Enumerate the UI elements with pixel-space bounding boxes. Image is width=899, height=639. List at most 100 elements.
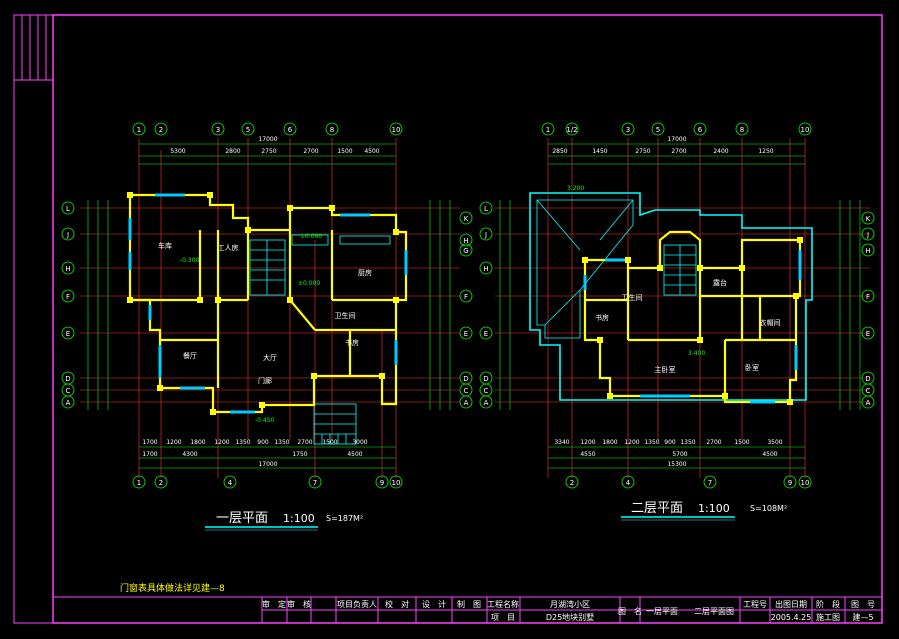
tb-project-label: 项 目 (491, 613, 515, 622)
tb-date-label: 出图日期 (775, 599, 807, 609)
note-door-window: 门窗表具体做法详见建—8 (120, 582, 225, 594)
tb-proof-label: 校 对 (385, 599, 409, 609)
plan1-dim-bot-0: 1700 (142, 439, 157, 446)
plan2-axis-left-0-label: L (484, 205, 488, 213)
plan1-dim-bot-9: 3000 (352, 439, 367, 446)
plan2-dim-bot-8: 1500 (734, 439, 749, 446)
plan2-axis-top-2-label: 3 (626, 126, 630, 134)
plan2-axis-top-3-label: 5 (656, 126, 660, 134)
plan1-axis-bottom-3-label: 7 (313, 479, 317, 487)
plan1-dim-top-2: 2750 (261, 148, 276, 155)
plan1-axis-right-0-label: K (464, 215, 469, 223)
plan2-axis-top-6-label: 10 (801, 126, 810, 134)
plan1-axis-top-5-label: 8 (330, 126, 334, 134)
plan2-axis-bottom-4-label: 10 (801, 479, 810, 487)
tb-project-name: 月湖湾小区 (550, 599, 590, 609)
tb-stage-label: 阶 段 (816, 599, 840, 609)
plan2-axis-right-0-label: K (866, 215, 871, 223)
plan2-axis-top-5-label: 8 (740, 126, 744, 134)
plan1-dim-top-total: 17000 (258, 136, 277, 143)
tb-job-no-label: 工程号 (743, 600, 767, 609)
plan2-dim-mid-1: 5700 (672, 451, 687, 458)
plan1-axis-top-0-label: 1 (137, 126, 141, 134)
room2-bedroom: 卧室 (745, 363, 759, 372)
plan2-axis-right-6-label: C (866, 387, 871, 395)
plan1-axis-top-3-label: 5 (246, 126, 250, 134)
tb-approve-label: 审 定 (262, 599, 286, 609)
plan1-dim-mid-0: 1700 (142, 451, 157, 458)
plan2-axis-bottom-0-label: 2 (570, 479, 574, 487)
plan1-dim-bot-2: 1800 (190, 439, 205, 446)
plan2-axis-left-2-label: H (483, 265, 488, 273)
plan2-dim-mid-0: 4550 (580, 451, 595, 458)
plan1-axis-right-7-label: A (464, 399, 469, 407)
plan2-axis-left-3-label: E (484, 330, 488, 338)
cad-drawing-sheet: 审 定 审 核 项目负责人 校 对 设 计 制 图 工程名称 项 目 月湖湾小区… (0, 0, 899, 639)
plan1-axis-bottom-0-label: 1 (137, 479, 141, 487)
plan1-axis-left-2-label: H (65, 265, 70, 273)
plan2-dim-top-2: 2750 (635, 148, 650, 155)
plan2-dim-bot-3: 1200 (624, 439, 639, 446)
plan2-dim-bot-6: 1350 (680, 439, 695, 446)
plan1-axis-top-2-label: 3 (216, 126, 220, 134)
plan1-axis-left-5-label: D (65, 375, 70, 383)
plan2-axis-bottom-2-label: 7 (708, 479, 712, 487)
tb-lead-label: 项目负责人 (337, 599, 377, 609)
plan1-axis-right-4-label: E (464, 330, 468, 338)
tb-drawing-name: 一层平面 二层平面图 (646, 607, 734, 616)
plan2-dim-top-total: 17000 (667, 136, 686, 143)
plan2-dim-bottom-total: 15300 (667, 461, 686, 468)
tb-project-name-label: 工程名称 (487, 599, 519, 609)
plan1-axis-bottom-2-label: 4 (228, 479, 233, 487)
plan2-dim-bot-7: 2700 (706, 439, 721, 446)
plan1-dim-mid-1: 4300 (182, 451, 197, 458)
plan1-axis-top-6-label: 10 (392, 126, 401, 134)
room2-terrace: 露台 (713, 278, 727, 287)
plan1-axis-bottom-4-label: 9 (380, 479, 384, 487)
plan1-axis-left-3-label: F (66, 293, 70, 301)
plan2-axis-left-4-label: D (483, 375, 488, 383)
room-dining: 餐厅 (183, 351, 197, 360)
plan2-axis-right-4-label: E (866, 330, 870, 338)
plan2-axis-left-6-label: A (484, 399, 489, 407)
room-hall: 大厅 (263, 353, 277, 362)
room-kitchen: 厨房 (358, 268, 372, 277)
plan1-dim-bot-1: 1200 (166, 439, 181, 446)
plan1-dim-top-3: 2700 (303, 148, 318, 155)
plan1-dim-bot-6: 1350 (274, 439, 289, 446)
plan1-axis-bottom-1-label: 2 (159, 479, 163, 487)
plan2-axis-top-1-label: 1/2 (566, 126, 577, 134)
plan1-dim-mid-2: 1750 (292, 451, 307, 458)
tb-check-label: 审 核 (287, 599, 311, 609)
plan1-axis-left-6-label: C (66, 387, 71, 395)
plan2-dim-bot-5: 900 (664, 439, 676, 446)
level-l5: 3.200 (567, 185, 584, 192)
plan2-axis-left-1-label: J (484, 231, 487, 239)
plan2-axis-bottom-1-label: 4 (626, 479, 631, 487)
plan2-dim-top-4: 2400 (713, 148, 728, 155)
plan2-dim-top-0: 2850 (552, 148, 567, 155)
plan2-axis-top-4-label: 6 (698, 126, 703, 134)
plan1-dim-bottom-total: 17000 (258, 461, 277, 468)
plan1-scale: 1:100 (283, 512, 315, 525)
plan2-dim-bot-4: 1350 (644, 439, 659, 446)
room-study: 书房 (345, 338, 359, 347)
plan2-dim-bot-1: 1200 (580, 439, 595, 446)
level-l1: ±0.000 (298, 280, 320, 287)
plan2-dim-mid-2: 4500 (762, 451, 777, 458)
plan1-axis-left-4-label: E (66, 330, 70, 338)
plan2-title: 二层平面 (631, 501, 683, 516)
plan2-axis-right-7-label: A (866, 399, 871, 407)
room2-bath: 卫生间 (622, 293, 643, 302)
tb-sheet-no: 建—5 (852, 612, 873, 622)
tb-draw-label: 制 图 (457, 599, 481, 609)
plan1-axis-left-1-label: J (66, 231, 69, 239)
plan1-dim-top-4: 1500 (337, 148, 352, 155)
plan2-area: S=108M² (750, 504, 787, 513)
plan1-dim-mid-3: 4500 (347, 451, 362, 458)
plan2-axis-right-3-label: F (866, 293, 870, 301)
plan2-axis-top-0-label: 1 (546, 126, 550, 134)
tb-drawing-label: 图 名 (618, 606, 642, 616)
room-porch: 门廊 (258, 376, 272, 385)
tb-project-sub: D25地块别墅 (546, 612, 594, 622)
